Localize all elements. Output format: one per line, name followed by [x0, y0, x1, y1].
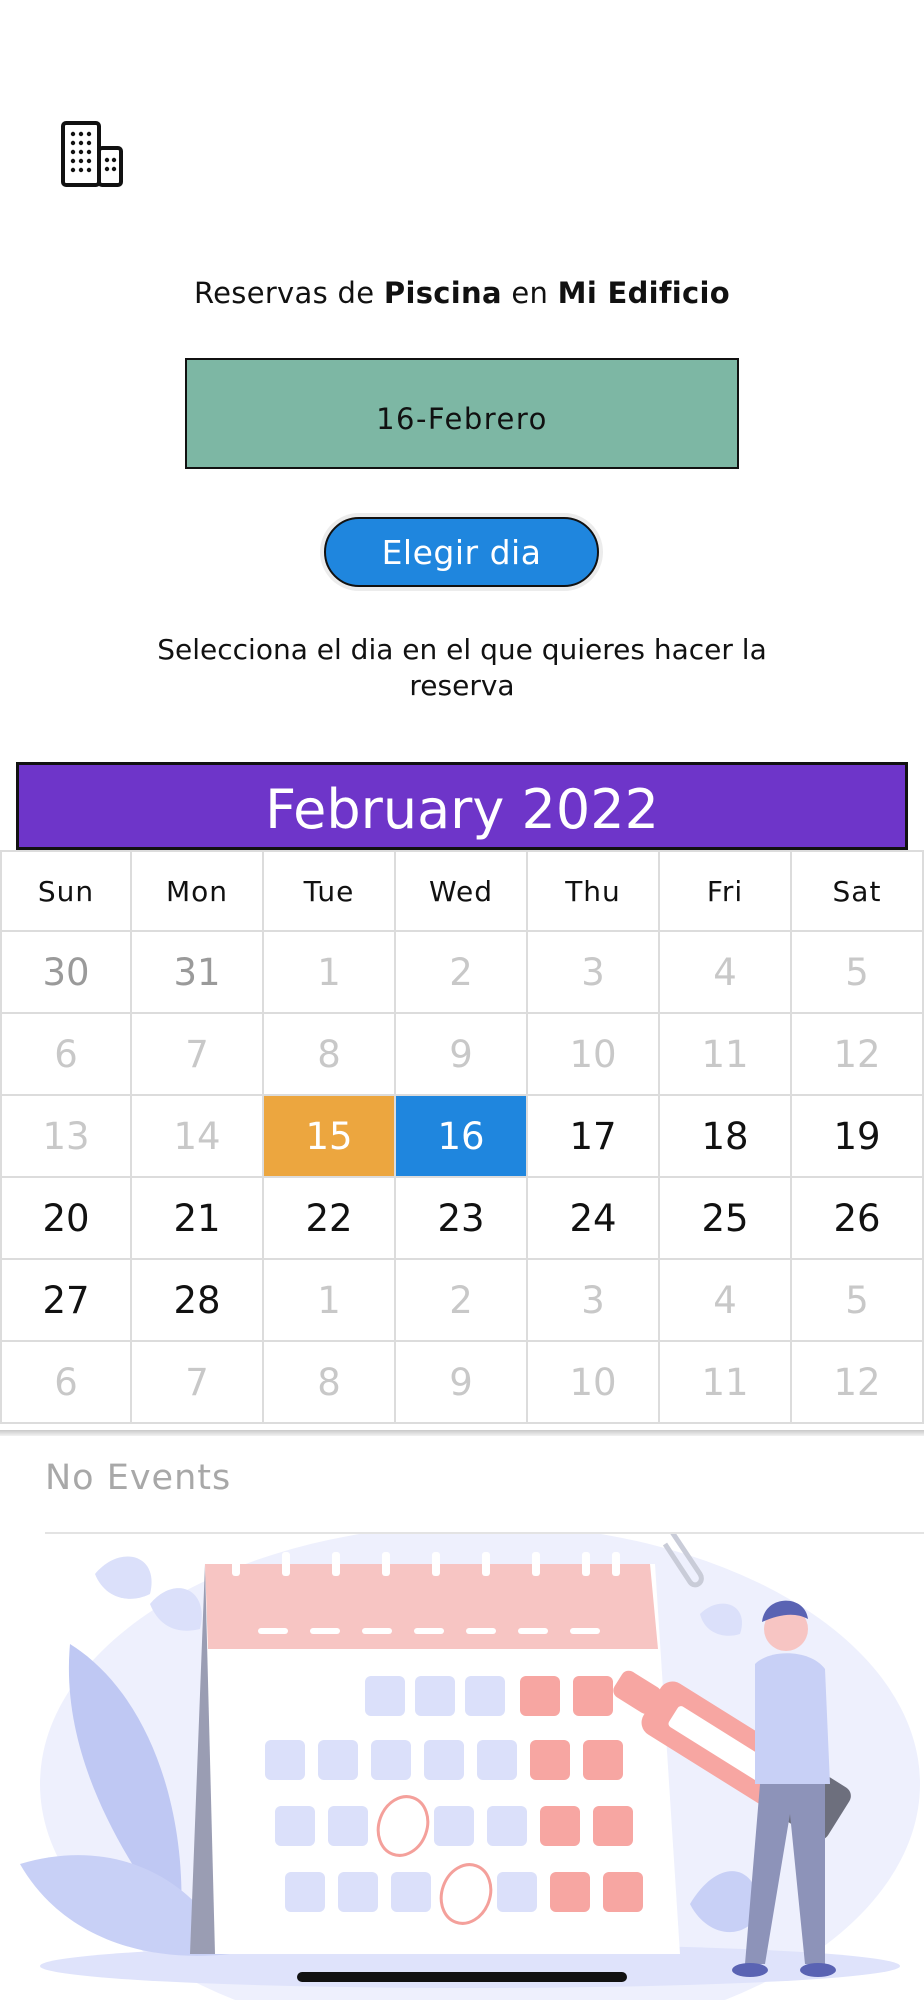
choose-day-button[interactable]: Elegir dia: [324, 517, 599, 587]
calendar-day[interactable]: 25: [660, 1178, 792, 1260]
page-title: Reservas de Piscina en Mi Edificio: [0, 276, 924, 310]
calendar-day[interactable]: 8: [264, 1342, 396, 1424]
calendar-day[interactable]: 2: [396, 1260, 528, 1342]
weekday-fri: Fri: [660, 850, 792, 932]
calendar-day[interactable]: 4: [660, 1260, 792, 1342]
calendar-illustration: [0, 1524, 924, 2000]
title-middle: en: [501, 276, 558, 310]
calendar-day[interactable]: 7: [132, 1342, 264, 1424]
calendar-day[interactable]: 22: [264, 1178, 396, 1260]
weekday-wed: Wed: [396, 850, 528, 932]
weekday-header-row: Sun Mon Tue Wed Thu Fri Sat: [0, 850, 924, 932]
calendar-day[interactable]: 6: [0, 1014, 132, 1096]
calendar-week-row: 20 21 22 23 24 25 26: [0, 1178, 924, 1260]
calendar-day[interactable]: 31: [132, 932, 264, 1014]
calendar-day[interactable]: 27: [0, 1260, 132, 1342]
calendar-day-today[interactable]: 15: [264, 1096, 396, 1178]
title-prefix: Reservas de: [194, 276, 384, 310]
calendar-day[interactable]: 19: [792, 1096, 924, 1178]
title-facility: Piscina: [383, 276, 502, 310]
calendar-week-row: 30 31 1 2 3 4 5: [0, 932, 924, 1014]
calendar-day[interactable]: 6: [0, 1342, 132, 1424]
calendar-divider: [0, 1430, 924, 1436]
selected-date-display: 16-Febrero: [185, 358, 739, 469]
calendar-day[interactable]: 12: [792, 1014, 924, 1096]
selected-date-label: 16-Febrero: [376, 401, 548, 436]
calendar-day[interactable]: 12: [792, 1342, 924, 1424]
calendar-day[interactable]: 28: [132, 1260, 264, 1342]
weekday-mon: Mon: [132, 850, 264, 932]
calendar-week-row: 27 28 1 2 3 4 5: [0, 1260, 924, 1342]
calendar-day[interactable]: 11: [660, 1014, 792, 1096]
calendar-day[interactable]: 8: [264, 1014, 396, 1096]
calendar-day[interactable]: 23: [396, 1178, 528, 1260]
calendar-week-row: 6 7 8 9 10 11 12: [0, 1014, 924, 1096]
calendar-day[interactable]: 3: [528, 1260, 660, 1342]
calendar-day[interactable]: 20: [0, 1178, 132, 1260]
calendar-day[interactable]: 11: [660, 1342, 792, 1424]
weekday-sat: Sat: [792, 850, 924, 932]
calendar-month-title: February 2022: [16, 762, 908, 850]
calendar-day[interactable]: 10: [528, 1342, 660, 1424]
calendar-grid: Sun Mon Tue Wed Thu Fri Sat 30 31 1 2 3 …: [0, 850, 924, 1424]
weekday-sun: Sun: [0, 850, 132, 932]
home-indicator[interactable]: [297, 1972, 627, 1982]
calendar-day[interactable]: 1: [264, 1260, 396, 1342]
calendar-day[interactable]: 5: [792, 1260, 924, 1342]
calendar-week-row: 13 14 15 16 17 18 19: [0, 1096, 924, 1178]
calendar-day[interactable]: 26: [792, 1178, 924, 1260]
calendar-day[interactable]: 3: [528, 932, 660, 1014]
no-events-text: No Events: [45, 1458, 232, 1498]
calendar-day[interactable]: 4: [660, 932, 792, 1014]
calendar-day[interactable]: 17: [528, 1096, 660, 1178]
calendar-day[interactable]: 13: [0, 1096, 132, 1178]
building-icon: [60, 120, 124, 188]
calendar-day[interactable]: 9: [396, 1014, 528, 1096]
title-building: Mi Edificio: [557, 276, 730, 310]
calendar-day[interactable]: 10: [528, 1014, 660, 1096]
calendar-week-row: 6 7 8 9 10 11 12: [0, 1342, 924, 1424]
calendar-day[interactable]: 2: [396, 932, 528, 1014]
weekday-thu: Thu: [528, 850, 660, 932]
calendar-day[interactable]: 30: [0, 932, 132, 1014]
calendar-day[interactable]: 14: [132, 1096, 264, 1178]
calendar-day[interactable]: 18: [660, 1096, 792, 1178]
calendar-day[interactable]: 1: [264, 932, 396, 1014]
calendar-day[interactable]: 7: [132, 1014, 264, 1096]
calendar-day[interactable]: 21: [132, 1178, 264, 1260]
weekday-tue: Tue: [264, 850, 396, 932]
instruction-text: Selecciona el dia en el que quieres hace…: [157, 633, 767, 702]
calendar-day-selected[interactable]: 16: [396, 1096, 528, 1178]
calendar-day[interactable]: 9: [396, 1342, 528, 1424]
calendar-day[interactable]: 24: [528, 1178, 660, 1260]
calendar-day[interactable]: 5: [792, 932, 924, 1014]
choose-day-button-wrap: Elegir dia: [320, 513, 603, 591]
